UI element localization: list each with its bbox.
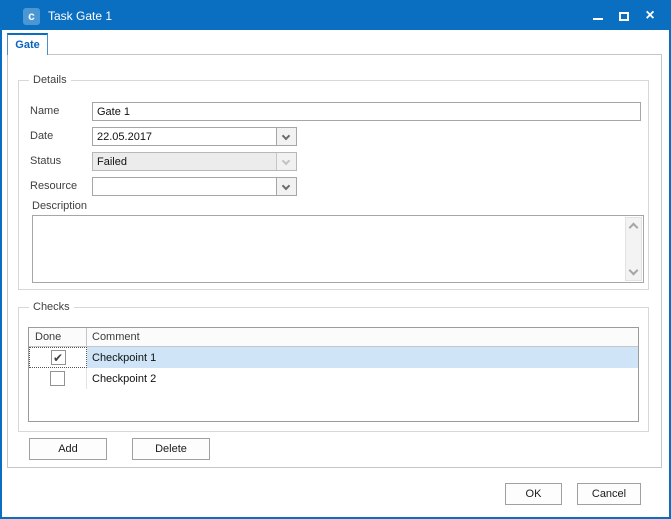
cancel-button[interactable]: Cancel (577, 483, 641, 505)
minimize-icon (593, 18, 603, 20)
done-cell (29, 368, 87, 389)
resource-combobox[interactable] (92, 177, 297, 196)
checks-table: Done Comment ✔ Checkpoint 1 Checkpoint 2 (28, 327, 639, 422)
done-cell: ✔ (29, 347, 87, 368)
scroll-up-icon[interactable] (629, 223, 639, 233)
resource-label: Resource (30, 180, 77, 192)
name-label: Name (30, 105, 59, 117)
date-value: 22.05.2017 (93, 128, 276, 145)
maximize-icon (619, 12, 629, 21)
table-row[interactable]: Checkpoint 2 (29, 368, 638, 389)
checkbox-unchecked[interactable] (50, 371, 65, 386)
add-button[interactable]: Add (29, 438, 107, 460)
status-dropdown-button (276, 153, 296, 170)
chevron-down-icon (282, 157, 290, 165)
table-header-row: Done Comment (29, 328, 638, 347)
column-header-done[interactable]: Done (29, 328, 87, 346)
minimize-button[interactable] (585, 2, 611, 30)
date-combobox[interactable]: 22.05.2017 (92, 127, 297, 146)
title-bar: c Task Gate 1 × (2, 2, 669, 30)
details-group: Details Name Date 22.05.2017 Status Fail… (18, 80, 649, 290)
ok-button[interactable]: OK (505, 483, 562, 505)
chevron-down-icon (282, 132, 290, 140)
checks-group: Checks Done Comment ✔ Checkpoint 1 C (18, 307, 649, 432)
delete-button[interactable]: Delete (132, 438, 210, 460)
scroll-down-icon[interactable] (629, 266, 639, 276)
resource-dropdown-button[interactable] (276, 178, 296, 195)
close-button[interactable]: × (637, 2, 663, 30)
window-title: Task Gate 1 (48, 9, 112, 23)
status-value: Failed (93, 153, 276, 170)
table-row[interactable]: ✔ Checkpoint 1 (29, 347, 638, 368)
status-label: Status (30, 155, 61, 167)
dialog-window: c Task Gate 1 × Gate Details Name Date 2… (0, 0, 671, 519)
checkbox-checked[interactable]: ✔ (51, 350, 66, 365)
name-field[interactable] (92, 102, 641, 121)
description-label: Description (32, 200, 87, 212)
checks-group-label: Checks (29, 301, 74, 314)
column-header-comment[interactable]: Comment (87, 328, 638, 346)
chevron-down-icon (282, 182, 290, 190)
close-icon: × (645, 8, 654, 24)
comment-cell[interactable]: Checkpoint 1 (87, 347, 638, 368)
resource-value (93, 178, 276, 195)
comment-cell[interactable]: Checkpoint 2 (87, 368, 638, 389)
status-combobox: Failed (92, 152, 297, 171)
description-scrollbar[interactable] (625, 217, 642, 281)
tab-gate-label: Gate (15, 39, 39, 51)
details-group-label: Details (29, 74, 71, 87)
date-dropdown-button[interactable] (276, 128, 296, 145)
maximize-button[interactable] (611, 2, 637, 30)
tab-gate[interactable]: Gate (7, 33, 48, 55)
date-label: Date (30, 130, 53, 142)
tab-content-panel: Details Name Date 22.05.2017 Status Fail… (7, 54, 662, 468)
window-controls: × (585, 2, 663, 30)
description-field[interactable] (32, 215, 644, 283)
app-icon: c (23, 8, 40, 25)
